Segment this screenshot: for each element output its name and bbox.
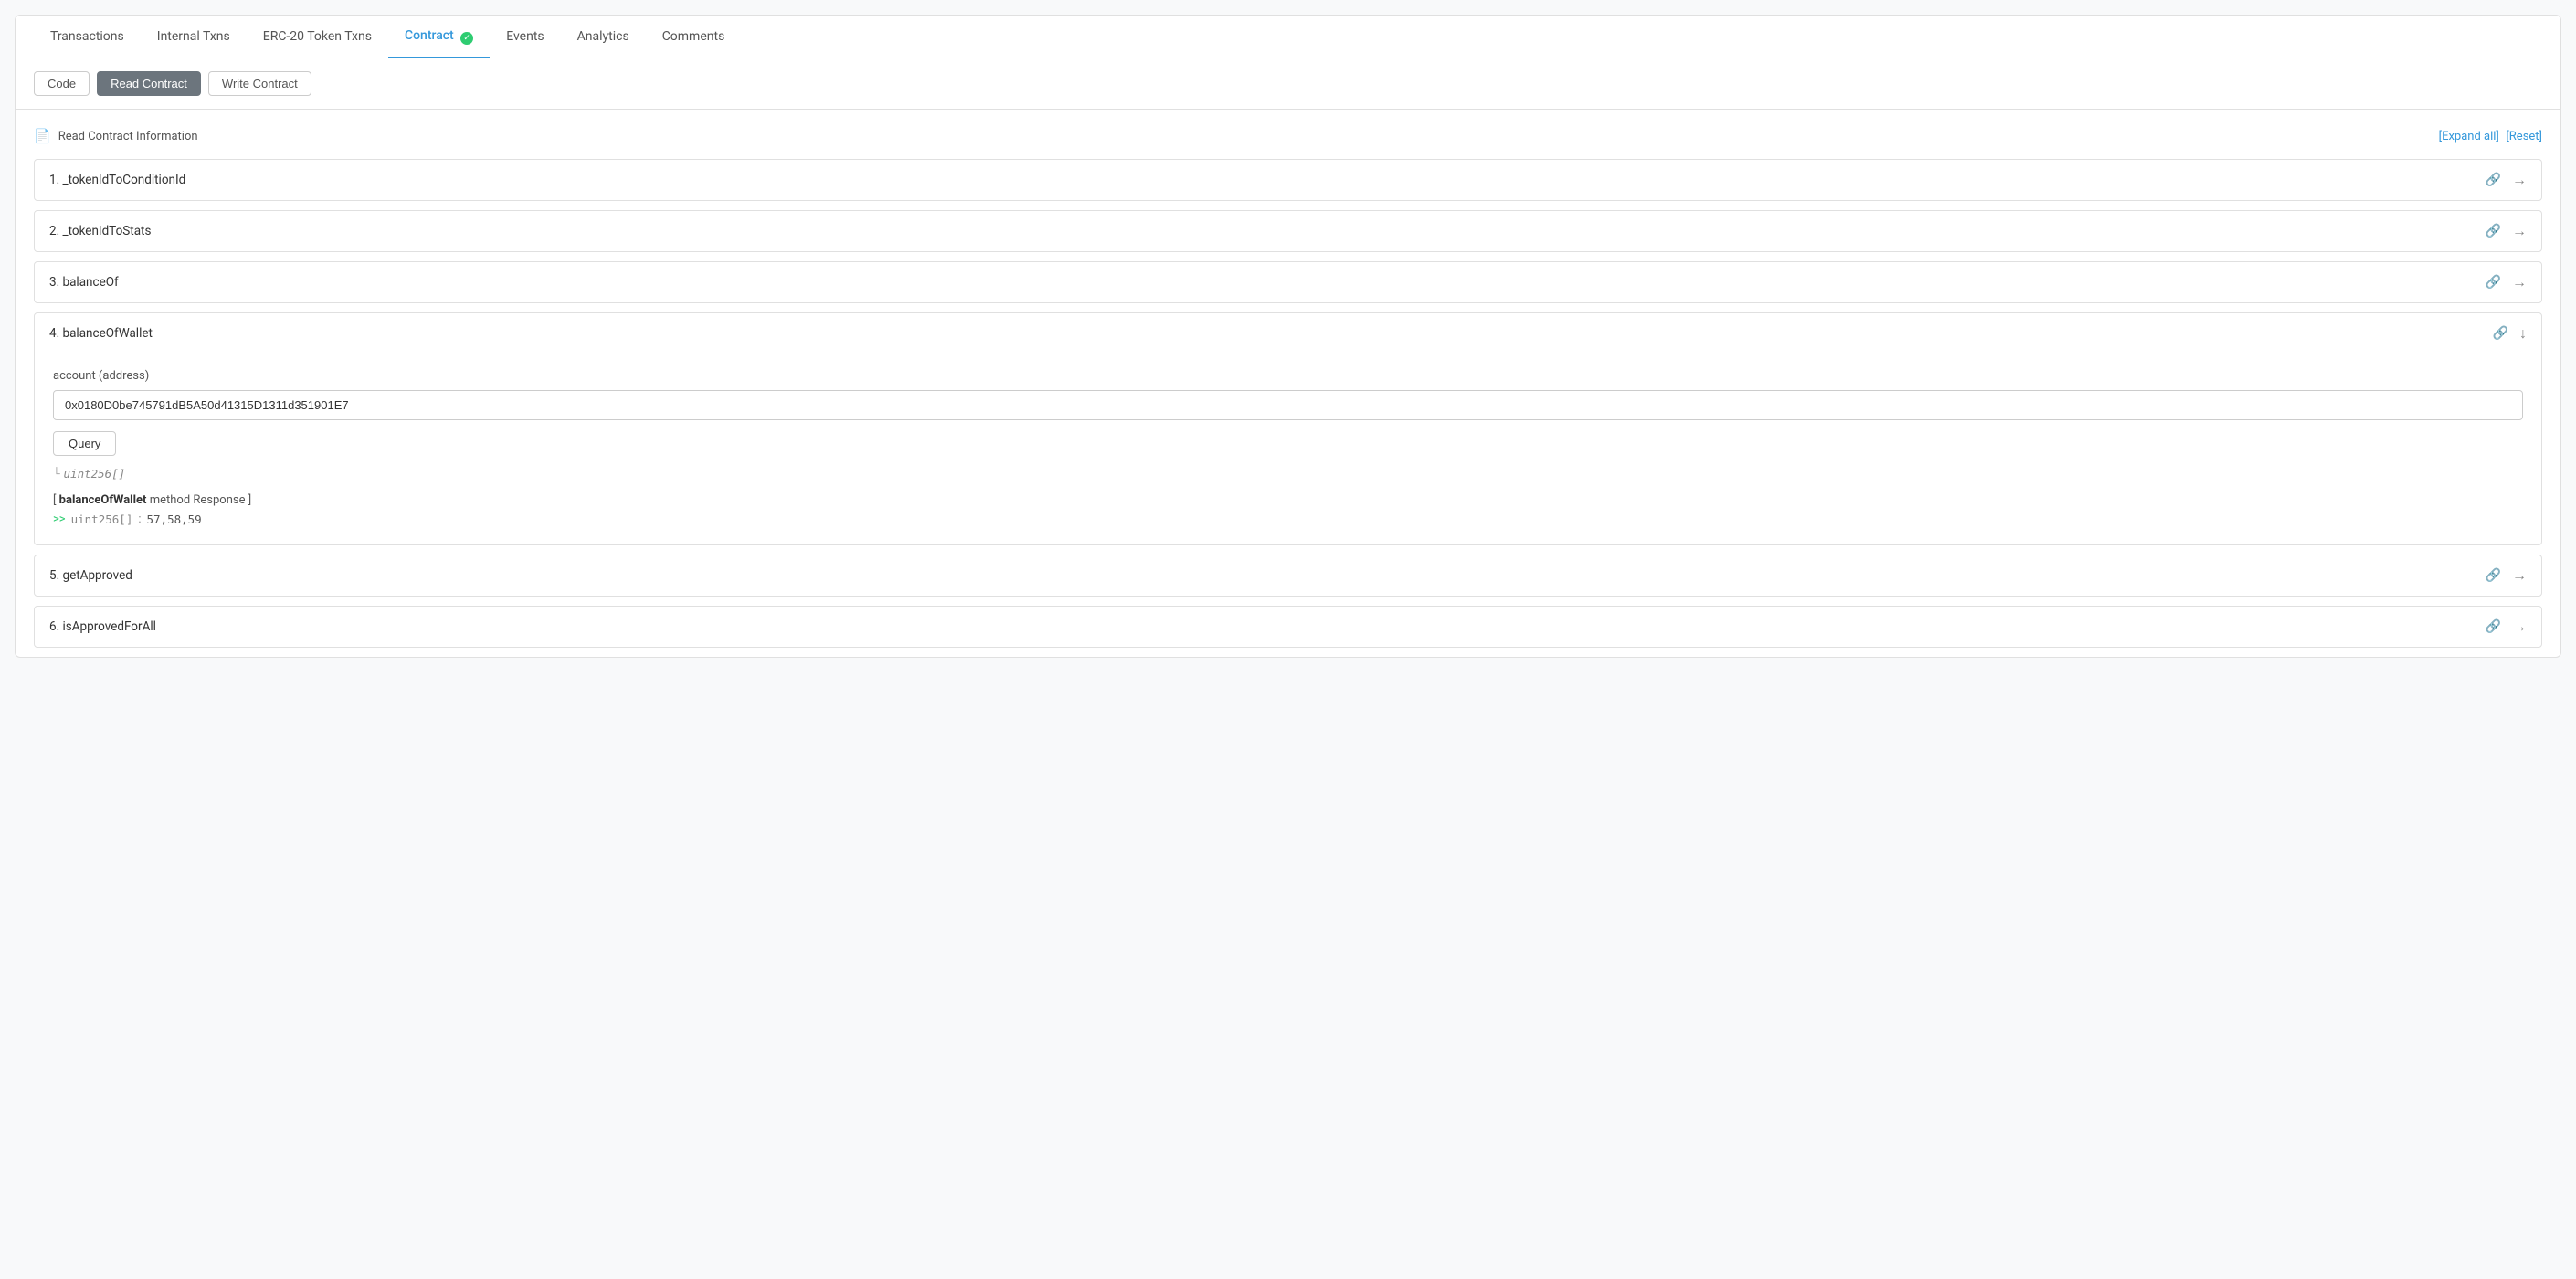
contract-row-3: 3. balanceOf🔗→ — [34, 261, 2542, 303]
contract-row-header-5[interactable]: 5. getApproved🔗→ — [35, 555, 2541, 596]
param-input-4[interactable] — [53, 390, 2523, 420]
main-container: TransactionsInternal TxnsERC-20 Token Tx… — [15, 15, 2561, 658]
tab-comments[interactable]: Comments — [646, 16, 742, 58]
contract-rows-container: 1. _tokenIdToConditionId🔗→2. _tokenIdToS… — [34, 159, 2542, 648]
tabs-bar: TransactionsInternal TxnsERC-20 Token Tx… — [16, 16, 2560, 58]
tab-internal-txns[interactable]: Internal Txns — [141, 16, 247, 58]
tab-contract[interactable]: Contract ✓ — [388, 16, 490, 58]
param-label-4: account (address) — [53, 369, 2523, 383]
link-icon-3[interactable]: 🔗 — [2486, 275, 2501, 290]
content-area: 📄 Read Contract Information [Expand all]… — [16, 110, 2560, 648]
section-header: 📄 Read Contract Information [Expand all]… — [34, 128, 2542, 144]
arrow-right-icon-6[interactable]: → — [2512, 618, 2527, 636]
link-icon-6[interactable]: 🔗 — [2486, 619, 2501, 634]
contract-row-4: 4. balanceOfWallet🔗↓account (address)Que… — [34, 312, 2542, 545]
section-actions: [Expand all] [Reset] — [2435, 129, 2542, 143]
method-response-4: [ balanceOfWallet method Response ] >> uin… — [53, 493, 2523, 526]
response-value-4: 57,58,59 — [147, 513, 202, 526]
return-arrow-icon: └ — [53, 467, 60, 481]
arrow-down-icon-4[interactable]: ↓ — [2519, 324, 2527, 343]
contract-row-actions-5: 🔗→ — [2486, 566, 2527, 585]
sub-tabs: Code Read Contract Write Contract — [16, 58, 2560, 110]
link-icon-4[interactable]: 🔗 — [2493, 326, 2508, 341]
contract-row-label-6: 6. isApprovedForAll — [49, 619, 156, 634]
return-type-4: └uint256[] — [53, 467, 2523, 481]
sub-tab-code[interactable]: Code — [34, 71, 90, 96]
contract-row-label-1: 1. _tokenIdToConditionId — [49, 173, 185, 187]
contract-row-label-3: 3. balanceOf — [49, 275, 119, 290]
contract-row-label-2: 2. _tokenIdToStats — [49, 224, 151, 238]
contract-row-actions-3: 🔗→ — [2486, 273, 2527, 291]
arrow-right-icon-3[interactable]: → — [2512, 273, 2527, 291]
doc-icon: 📄 — [34, 128, 51, 144]
response-title-4: [ balanceOfWallet method Response ] — [53, 493, 2523, 507]
contract-row-1: 1. _tokenIdToConditionId🔗→ — [34, 159, 2542, 201]
response-arrow-icon-4: >> — [53, 513, 66, 526]
contract-row-actions-4: 🔗↓ — [2493, 324, 2527, 343]
contract-row-2: 2. _tokenIdToStats🔗→ — [34, 210, 2542, 252]
response-method-name: balanceOfWallet — [59, 493, 147, 507]
contract-row-actions-6: 🔗→ — [2486, 618, 2527, 636]
section-title: 📄 Read Contract Information — [34, 128, 198, 144]
link-icon-5[interactable]: 🔗 — [2486, 568, 2501, 583]
response-row-4: >> uint256[]:57,58,59 — [53, 513, 2523, 526]
contract-row-label-5: 5. getApproved — [49, 568, 132, 583]
contract-row-expanded-4: account (address)Query└uint256[][ balanc… — [35, 354, 2541, 544]
contract-row-header-2[interactable]: 2. _tokenIdToStats🔗→ — [35, 211, 2541, 251]
contract-row-6: 6. isApprovedForAll🔗→ — [34, 606, 2542, 648]
link-icon-1[interactable]: 🔗 — [2486, 173, 2501, 187]
response-colon-4: : — [138, 513, 141, 526]
contract-row-header-1[interactable]: 1. _tokenIdToConditionId🔗→ — [35, 160, 2541, 200]
expand-all-link[interactable]: [Expand all] — [2439, 130, 2499, 143]
section-title-text: Read Contract Information — [58, 130, 198, 143]
sub-tab-write-contract[interactable]: Write Contract — [208, 71, 311, 96]
tab-analytics[interactable]: Analytics — [561, 16, 646, 58]
arrow-right-icon-5[interactable]: → — [2512, 566, 2527, 585]
sub-tab-read-contract[interactable]: Read Contract — [97, 71, 201, 96]
contract-row-5: 5. getApproved🔗→ — [34, 555, 2542, 597]
link-icon-2[interactable]: 🔗 — [2486, 224, 2501, 238]
tab-erc20-token-txns[interactable]: ERC-20 Token Txns — [247, 16, 388, 58]
verified-check-icon: ✓ — [460, 32, 473, 45]
reset-link[interactable]: [Reset] — [2506, 130, 2542, 143]
arrow-right-icon-2[interactable]: → — [2512, 222, 2527, 240]
arrow-right-icon-1[interactable]: → — [2512, 171, 2527, 189]
contract-row-header-3[interactable]: 3. balanceOf🔗→ — [35, 262, 2541, 302]
contract-row-header-6[interactable]: 6. isApprovedForAll🔗→ — [35, 607, 2541, 647]
contract-row-label-4: 4. balanceOfWallet — [49, 326, 153, 341]
tab-transactions[interactable]: Transactions — [34, 16, 141, 58]
contract-row-header-4[interactable]: 4. balanceOfWallet🔗↓ — [35, 313, 2541, 354]
query-button-4[interactable]: Query — [53, 431, 116, 456]
response-key-4: uint256[] — [71, 513, 133, 526]
tab-events[interactable]: Events — [490, 16, 560, 58]
contract-row-actions-2: 🔗→ — [2486, 222, 2527, 240]
contract-row-actions-1: 🔗→ — [2486, 171, 2527, 189]
